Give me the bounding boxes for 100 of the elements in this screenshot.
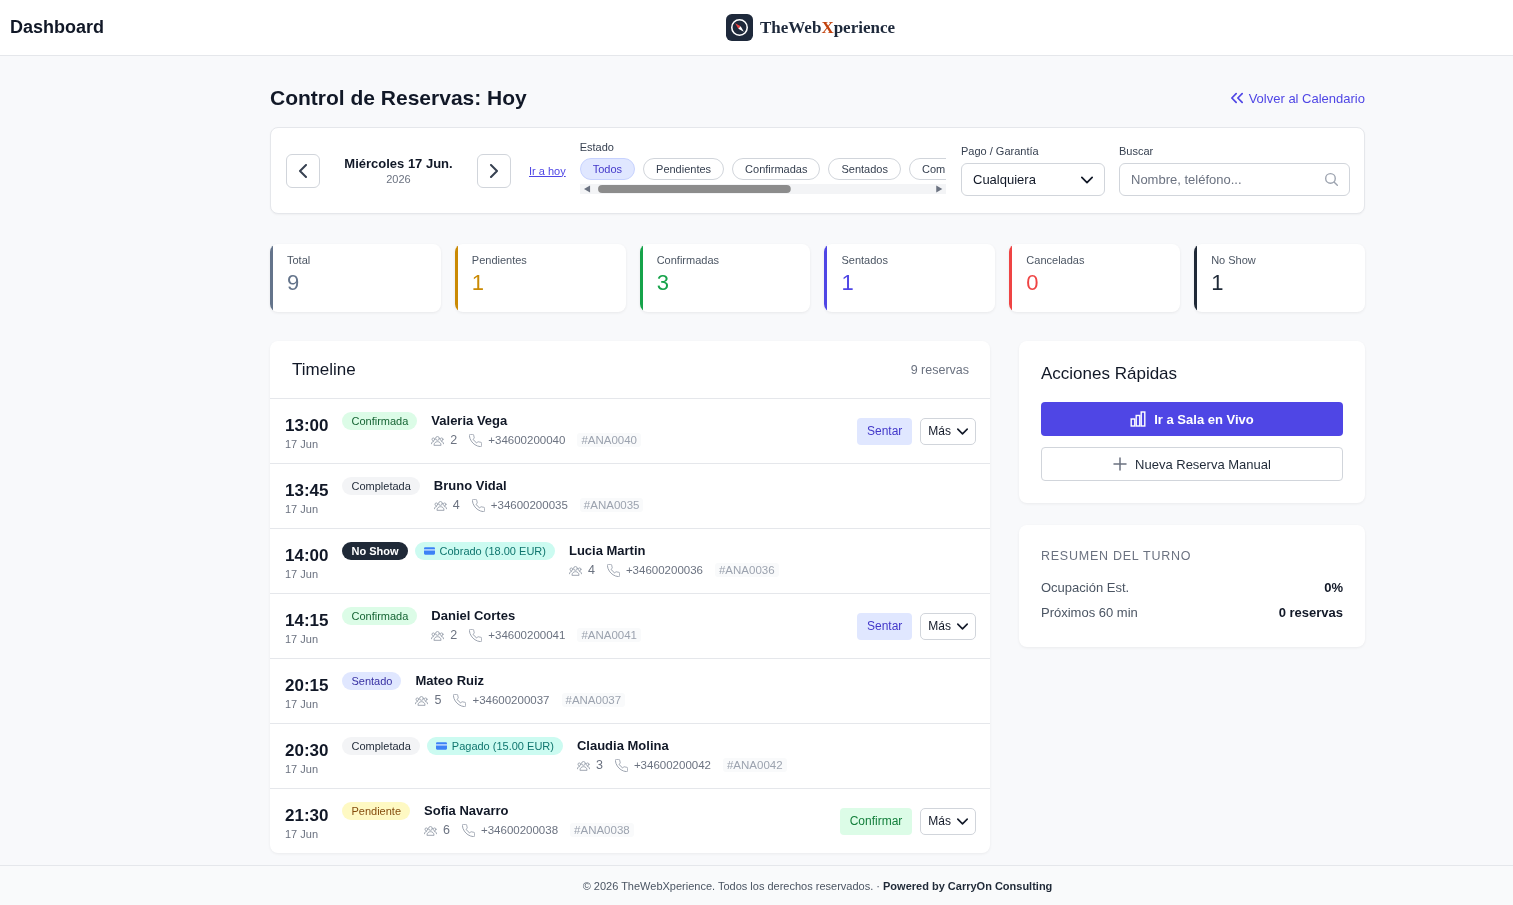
search-icon (1325, 173, 1338, 186)
phone-number: +34600200041 (488, 629, 566, 641)
guest-name: Claudia Molina (576, 737, 669, 755)
stat-value: 1 (471, 270, 485, 296)
party-size: 5 (434, 693, 442, 707)
reservation-date: 17 Jun (285, 827, 319, 841)
reservation-time: 21:30 (285, 806, 329, 826)
reservation-date: 17 Jun (285, 567, 319, 581)
payment-filter-select[interactable]: Cualquiera (961, 163, 1105, 196)
reservation-count: 9 reservas (910, 362, 969, 377)
credit-card-icon (435, 742, 447, 750)
summary-label: Ocupación Est. (1041, 580, 1130, 595)
confirm-button[interactable]: Confirmar (839, 807, 913, 835)
more-dropdown-button[interactable]: Más (920, 612, 976, 640)
status-filter-label: Estado (579, 141, 615, 153)
seat-button[interactable]: Sentar (856, 612, 913, 640)
current-year: 2026 (386, 173, 411, 185)
credit-card-icon (423, 547, 435, 555)
search-field[interactable]: Nombre, teléfono... (1119, 163, 1350, 196)
previous-day-button[interactable] (286, 153, 320, 188)
timeline-title: Timeline (292, 359, 356, 380)
phone-number: +34600200042 (633, 759, 711, 771)
stat-label: No Show (1211, 254, 1256, 266)
copyright-text: © 2026 TheWebXperience. Todos los derechos reservados. · Powered by CarryOn Consulting (582, 879, 1053, 892)
phone-number: +34600200036 (625, 564, 703, 576)
page-title: Control de Reservas: Hoy (270, 86, 527, 110)
back-to-calendar-link[interactable]: Volver al Calendario (1230, 90, 1365, 106)
status-filter-chip[interactable]: Todos (579, 158, 636, 180)
seat-button[interactable]: Sentar (856, 417, 913, 445)
people-icon (433, 498, 447, 512)
chevron-down-icon (957, 620, 968, 632)
reservation-time: 20:15 (285, 676, 329, 696)
summary-label: Próximos 60 min (1041, 605, 1138, 620)
status-filter-chip[interactable]: Confirmadas (732, 158, 821, 180)
party-size: 6 (443, 823, 450, 837)
summary-value: 0 reservas (1278, 605, 1343, 620)
logo-text: TheWebXperience (759, 17, 895, 38)
guest-name: Lucia Martin (568, 542, 646, 560)
status-badge: Pendiente (342, 802, 411, 820)
new-reservation-button[interactable]: Nueva Reserva Manual (1041, 447, 1343, 481)
phone-icon (469, 433, 483, 447)
stat-label: Pendientes (471, 254, 527, 266)
booking-code: #ANA0036 (714, 563, 779, 577)
stat-value: 9 (287, 270, 300, 296)
reservation-time: 14:00 (285, 546, 329, 566)
live-room-button[interactable]: Ir a Sala en Vivo (1041, 402, 1343, 436)
chevron-right-icon (487, 163, 501, 178)
guest-name: Mateo Ruiz (415, 672, 485, 690)
guest-name: Bruno Vidal (433, 477, 507, 495)
people-icon (576, 758, 590, 772)
phone-number: +34600200037 (472, 694, 550, 706)
summary-title: RESUMEN DEL TURNO (1041, 548, 1193, 565)
phone-icon (614, 758, 628, 772)
more-dropdown-button[interactable]: Más (920, 807, 976, 835)
reservation-time: 13:45 (285, 481, 329, 501)
phone-icon (462, 823, 475, 837)
chevron-left-icon (296, 163, 310, 178)
reservation-time: 13:00 (285, 416, 329, 436)
search-label: Buscar (1119, 145, 1155, 157)
people-icon (431, 628, 445, 642)
payment-filter-label: Pago / Garantía (961, 145, 1040, 157)
booking-code: #ANA0037 (561, 693, 626, 707)
phone-number: +34600200035 (490, 499, 568, 511)
party-size: 4 (587, 563, 595, 577)
guest-name: Valeria Vega (431, 412, 508, 430)
payment-status-text: Pagado (15.00 EUR) (451, 739, 554, 754)
chevron-down-icon (957, 815, 968, 827)
status-filter-chip[interactable]: Sentados (828, 158, 901, 180)
people-icon (415, 693, 429, 707)
quick-actions-title: Acciones Rápidas (1041, 363, 1179, 385)
plus-icon (1113, 457, 1128, 471)
stat-value: 0 (1026, 270, 1039, 296)
stat-label: Total (287, 254, 311, 266)
stat-label: Confirmadas (656, 254, 719, 266)
party-size: 2 (450, 433, 458, 447)
party-size: 2 (450, 628, 458, 642)
reservation-date: 17 Jun (285, 502, 319, 516)
status-filter-chip[interactable]: Pendientes (643, 158, 725, 180)
status-badge: No Show (342, 542, 408, 560)
phone-icon (453, 693, 467, 707)
booking-code: #ANA0041 (577, 628, 641, 642)
summary-value: 0% (1324, 580, 1343, 595)
next-day-button[interactable] (477, 153, 511, 188)
dashboard-title: Dashboard (10, 17, 105, 38)
reservation-date: 17 Jun (285, 762, 319, 776)
guest-name: Sofia Navarro (424, 802, 509, 820)
status-filter-chip[interactable]: Com (908, 158, 946, 180)
booking-code: #ANA0038 (570, 823, 634, 837)
bar-chart-icon (1130, 411, 1147, 427)
horizontal-scrollbar[interactable] (579, 184, 946, 194)
reservation-time: 20:30 (285, 741, 329, 761)
stat-value: 3 (656, 270, 669, 296)
phone-icon (606, 563, 620, 577)
go-to-today-link[interactable]: Ir a hoy (529, 164, 566, 177)
people-icon (424, 823, 438, 837)
chevron-down-icon (957, 425, 968, 437)
reservation-date: 17 Jun (285, 697, 319, 711)
more-dropdown-button[interactable]: Más (920, 417, 976, 445)
phone-number: +34600200040 (488, 434, 566, 446)
people-icon (431, 433, 445, 447)
